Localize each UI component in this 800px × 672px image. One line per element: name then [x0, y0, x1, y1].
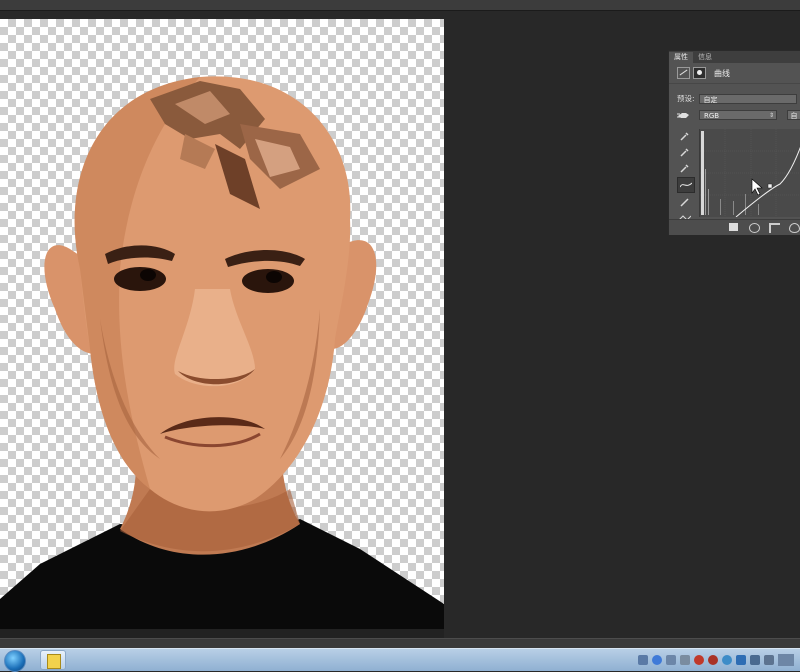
auto-button[interactable]: 自 [787, 110, 800, 120]
clip-to-layer-icon[interactable] [729, 223, 738, 231]
curve-tools [677, 129, 695, 227]
layer-mask-icon[interactable] [693, 67, 706, 79]
clock-area[interactable] [778, 654, 794, 666]
portrait-layer [0, 76, 444, 629]
curves-adjustment-icon[interactable] [677, 67, 690, 79]
volume-icon[interactable] [750, 655, 760, 665]
curve-point-icon[interactable] [677, 177, 695, 193]
canvas-scroll-area [0, 629, 444, 638]
eyedropper-gray-icon[interactable] [677, 145, 693, 159]
tray-shield-icon[interactable] [736, 655, 746, 665]
visibility-icon[interactable] [789, 223, 800, 233]
taskbar-app-button[interactable] [40, 650, 66, 670]
options-bar [0, 0, 800, 11]
tray-monitor-icon[interactable] [680, 655, 690, 665]
view-previous-icon[interactable] [749, 223, 760, 233]
tray-help-icon[interactable] [652, 655, 662, 665]
dropdown-arrow-icon: ⇕ [768, 112, 774, 119]
preset-value: 自定 [703, 95, 718, 104]
hand-target-icon[interactable] [677, 110, 691, 120]
channel-value: RGB [704, 112, 720, 120]
adjustment-title: 曲线 [714, 68, 730, 78]
tray-flag-icon[interactable] [764, 655, 774, 665]
channel-dropdown[interactable]: RGB ⇕ [699, 110, 777, 120]
properties-panel: 属性 信息 曲线 预设: 自定 RGB ⇕ 自 [668, 50, 800, 235]
tab-info[interactable]: 信息 [693, 52, 717, 63]
tray-network-icon[interactable] [638, 655, 648, 665]
tray-device-icon[interactable] [666, 655, 676, 665]
eyedropper-black-icon[interactable] [677, 129, 693, 143]
preset-dropdown[interactable]: 自定 [698, 93, 797, 104]
taskbar [0, 648, 800, 672]
reset-icon[interactable] [769, 223, 780, 233]
notepad-icon [47, 654, 61, 669]
tray-record-icon[interactable] [694, 655, 704, 665]
preset-label: 预设: [677, 94, 695, 103]
panel-header: 曲线 [669, 63, 800, 84]
start-button-icon[interactable] [4, 650, 26, 672]
pencil-icon[interactable] [677, 195, 693, 209]
curves-graph[interactable] [699, 129, 800, 217]
tray-security-icon[interactable] [722, 655, 732, 665]
system-tray [634, 649, 800, 671]
eyedropper-white-icon[interactable] [677, 161, 693, 175]
image-canvas[interactable] [0, 19, 444, 629]
panel-tab-bar: 属性 信息 [669, 51, 800, 63]
tab-properties[interactable]: 属性 [669, 52, 693, 63]
tray-app-icon[interactable] [708, 655, 718, 665]
curve-plot[interactable] [700, 129, 800, 217]
panel-footer [669, 219, 800, 235]
